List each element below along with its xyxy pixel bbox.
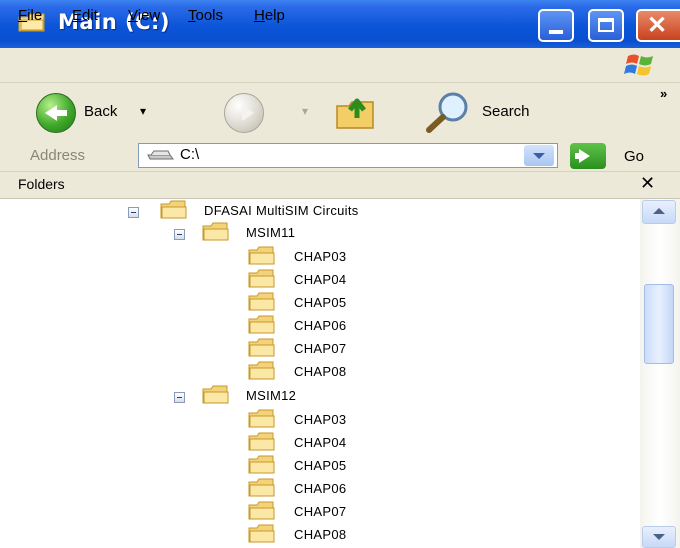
folder-icon <box>248 292 275 311</box>
magnifier-icon[interactable] <box>423 90 473 134</box>
folder-icon <box>202 222 229 241</box>
folder-icon <box>248 432 275 451</box>
folder-icon <box>202 385 229 404</box>
address-input[interactable] <box>138 143 558 168</box>
tree-item-label: CHAP04 <box>294 435 347 450</box>
folder-icon <box>248 501 275 520</box>
up-folder-icon[interactable] <box>333 92 381 132</box>
tree-item-msim12[interactable]: MSIM12 <box>0 384 640 406</box>
vertical-scrollbar[interactable] <box>640 199 680 548</box>
folder-icon <box>248 361 275 380</box>
folder-icon <box>160 200 187 219</box>
folder-icon <box>248 315 275 334</box>
tree-item-label: CHAP08 <box>294 527 347 542</box>
tree-item-chapter[interactable]: CHAP05 <box>0 291 640 313</box>
address-value[interactable]: C:\ <box>180 146 199 163</box>
minimize-button[interactable] <box>538 9 574 42</box>
tree-item-label: CHAP07 <box>294 341 347 356</box>
collapse-minus-icon[interactable] <box>174 392 185 403</box>
menu-file[interactable]: File <box>18 7 42 24</box>
windows-logo-icon <box>624 54 653 76</box>
tree-item-label: CHAP05 <box>294 458 347 473</box>
folder-icon <box>248 409 275 428</box>
tree-item-label: CHAP03 <box>294 249 347 264</box>
maximize-icon <box>598 18 614 32</box>
close-icon[interactable]: ✕ <box>640 173 655 194</box>
tree-item-chapter[interactable]: CHAP07 <box>0 500 640 522</box>
tree-item-chapter[interactable]: CHAP06 <box>0 477 640 499</box>
tree-item-chapter[interactable]: CHAP04 <box>0 268 640 290</box>
forward-arrow-icon[interactable] <box>224 93 264 133</box>
tree-item-chapter[interactable]: CHAP08 <box>0 360 640 382</box>
close-icon: ✕ <box>647 12 668 39</box>
maximize-button[interactable] <box>588 9 624 42</box>
menu-tools[interactable]: Tools <box>188 7 223 24</box>
back-dropdown-icon[interactable]: ▾ <box>140 104 146 118</box>
tree-item-label: MSIM12 <box>246 388 297 403</box>
search-button-label[interactable]: Search <box>482 103 530 120</box>
collapse-minus-icon[interactable] <box>128 207 139 218</box>
back-button-label[interactable]: Back <box>84 103 117 120</box>
tree-item-label: CHAP06 <box>294 481 347 496</box>
drive-icon <box>147 150 174 160</box>
go-button-label[interactable]: Go <box>624 148 644 165</box>
scroll-down-button[interactable] <box>642 526 676 548</box>
tree-item-chapter[interactable]: CHAP08 <box>0 523 640 545</box>
explorer-window: Main (C:) ✕ File Edit View Tools Help Ba… <box>0 0 680 548</box>
forward-dropdown-icon[interactable]: ▾ <box>302 104 308 118</box>
folder-icon <box>248 455 275 474</box>
menu-edit[interactable]: Edit <box>72 7 98 24</box>
tree-item-label: CHAP03 <box>294 412 347 427</box>
tree-item-label: DFASAI MultiSIM Circuits <box>204 203 359 218</box>
tree-item-label: CHAP08 <box>294 364 347 379</box>
tree-item-label: CHAP07 <box>294 504 347 519</box>
folder-icon <box>248 246 275 265</box>
go-arrow-icon[interactable] <box>570 143 606 169</box>
scroll-up-button[interactable] <box>642 200 676 224</box>
tree-item-chapter[interactable]: CHAP07 <box>0 337 640 359</box>
folder-tree: DFASAI MultiSIM Circuits MSIM11 CHAP03 C… <box>0 199 640 548</box>
tree-item-chapter[interactable]: CHAP03 <box>0 245 640 267</box>
chevron-down-icon[interactable] <box>524 145 554 166</box>
folder-icon <box>248 338 275 357</box>
folders-pane-title: Folders <box>18 176 65 192</box>
tree-item-chapter[interactable]: CHAP06 <box>0 314 640 336</box>
menu-bar <box>0 48 680 83</box>
tree-item-label: CHAP05 <box>294 295 347 310</box>
tree-item-chapter[interactable]: CHAP05 <box>0 454 640 476</box>
tree-item-chapter[interactable]: CHAP03 <box>0 408 640 430</box>
folder-icon <box>248 478 275 497</box>
collapse-minus-icon[interactable] <box>174 229 185 240</box>
folders-pane-header <box>0 172 680 199</box>
toolbar-more-icon[interactable]: » <box>660 86 667 101</box>
back-arrow-icon[interactable] <box>36 93 76 133</box>
address-label: Address <box>30 147 86 164</box>
minimize-icon <box>549 30 563 34</box>
menu-help[interactable]: Help <box>254 7 285 24</box>
tree-item-msim11[interactable]: MSIM11 <box>0 221 640 243</box>
scroll-thumb[interactable] <box>644 284 674 364</box>
tree-item-label: CHAP06 <box>294 318 347 333</box>
tree-item-label: CHAP04 <box>294 272 347 287</box>
tree-item-label: MSIM11 <box>246 225 296 240</box>
folder-icon <box>248 269 275 288</box>
tree-item-root[interactable]: DFASAI MultiSIM Circuits <box>0 199 640 221</box>
close-button[interactable]: ✕ <box>636 9 680 42</box>
menu-view[interactable]: View <box>128 7 160 24</box>
folder-icon <box>248 524 275 543</box>
tree-item-chapter[interactable]: CHAP04 <box>0 431 640 453</box>
